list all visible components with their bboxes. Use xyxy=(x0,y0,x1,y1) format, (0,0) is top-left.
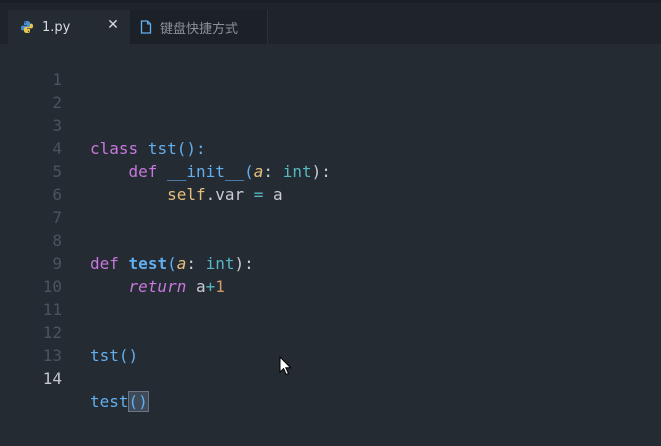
editor-window: 1.py ✕ 键盘快捷方式 1 2 3 class tst(): 4 def _… xyxy=(0,0,661,446)
line-number: 14 xyxy=(42,369,62,388)
close-icon[interactable]: ✕ xyxy=(106,18,120,32)
code-line: 5 self.var = a xyxy=(0,137,661,204)
python-icon xyxy=(20,20,34,34)
tab-label: 1.py xyxy=(42,19,71,35)
tab-bar: 1.py ✕ 键盘快捷方式 xyxy=(0,0,661,44)
code-line: 11 xyxy=(0,275,661,319)
code-line: 13 xyxy=(0,321,661,365)
call-name: test xyxy=(90,392,129,411)
code-line: 8 def test(a: int): xyxy=(0,206,661,273)
code-line: 9 return a+1 xyxy=(0,229,661,296)
code-line: 7 xyxy=(0,183,661,227)
tab-1-py[interactable]: 1.py ✕ xyxy=(8,10,130,44)
code-line: 1 xyxy=(0,45,661,89)
tab-keyboard-shortcuts[interactable]: 键盘快捷方式 xyxy=(130,10,268,44)
title-strip xyxy=(0,0,661,3)
code-line: 3 class tst(): xyxy=(0,91,661,158)
code-line-current: 14 test() xyxy=(0,344,661,412)
code-line: 2 xyxy=(0,68,661,112)
code-line: 12 tst() xyxy=(0,298,661,365)
code-line: 10 xyxy=(0,252,661,296)
code-line: 4 def __init__(a: int): xyxy=(0,114,661,181)
file-icon xyxy=(140,20,152,34)
code-text: test() xyxy=(90,390,149,413)
code-line: 6 xyxy=(0,160,661,204)
bracket-match-highlight: () xyxy=(127,391,149,412)
code-editor[interactable]: 1 2 3 class tst(): 4 def __init__(a: int… xyxy=(0,44,661,446)
tab-label: 键盘快捷方式 xyxy=(160,21,239,37)
mouse-pointer-icon xyxy=(279,355,293,376)
